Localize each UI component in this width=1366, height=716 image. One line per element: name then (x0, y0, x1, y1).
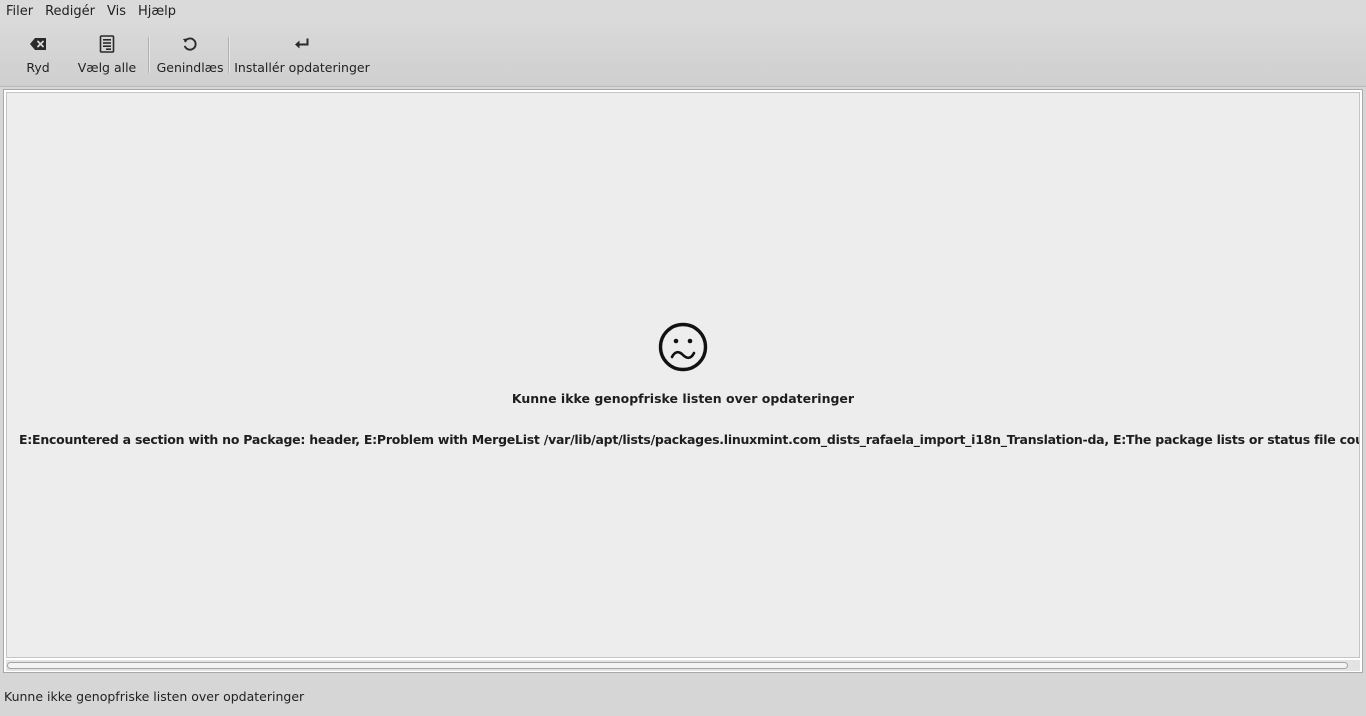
select-all-button-label: Vælg alle (77, 60, 137, 75)
menu-file[interactable]: Filer (0, 0, 39, 24)
select-all-button[interactable]: Vælg alle (78, 24, 136, 86)
menu-edit[interactable]: Redigér (39, 0, 101, 24)
menu-help[interactable]: Hjælp (132, 0, 182, 24)
update-manager-window: Filer Redigér Vis Hjælp Ryd Vælg alle Ge… (0, 0, 1366, 716)
sad-face-icon (658, 322, 708, 372)
clear-button-label: Ryd (26, 60, 50, 75)
menu-view[interactable]: Vis (101, 0, 132, 24)
install-updates-button-label: Installér opdateringer (234, 60, 370, 75)
error-title: Kunne ikke genopfriske listen over opdat… (511, 391, 855, 406)
scrollbar-thumb[interactable] (7, 662, 1348, 669)
toolbar-separator (148, 37, 150, 73)
toolbar-separator (228, 37, 230, 73)
toolbar: Ryd Vælg alle Genindlæs Installér opdate… (0, 24, 1366, 87)
return-arrow-icon (293, 35, 311, 53)
backspace-icon (29, 35, 47, 53)
update-list-area[interactable]: Kunne ikke genopfriske listen over opdat… (6, 92, 1360, 658)
refresh-button-label: Genindlæs (156, 60, 224, 75)
menubar: Filer Redigér Vis Hjælp (0, 0, 1366, 24)
update-list-frame: Kunne ikke genopfriske listen over opdat… (3, 89, 1363, 673)
refresh-icon (181, 35, 199, 53)
document-list-icon (98, 35, 116, 53)
install-updates-button[interactable]: Installér opdateringer (234, 24, 370, 86)
error-message-area: Kunne ikke genopfriske listen over opdat… (7, 321, 1359, 447)
status-bar: Kunne ikke genopfriske listen over opdat… (0, 680, 1366, 714)
refresh-button[interactable]: Genindlæs (156, 24, 224, 86)
horizontal-scrollbar[interactable] (6, 660, 1360, 671)
error-detail: E:Encountered a section with no Package:… (19, 432, 1359, 447)
clear-button[interactable]: Ryd (12, 24, 64, 86)
